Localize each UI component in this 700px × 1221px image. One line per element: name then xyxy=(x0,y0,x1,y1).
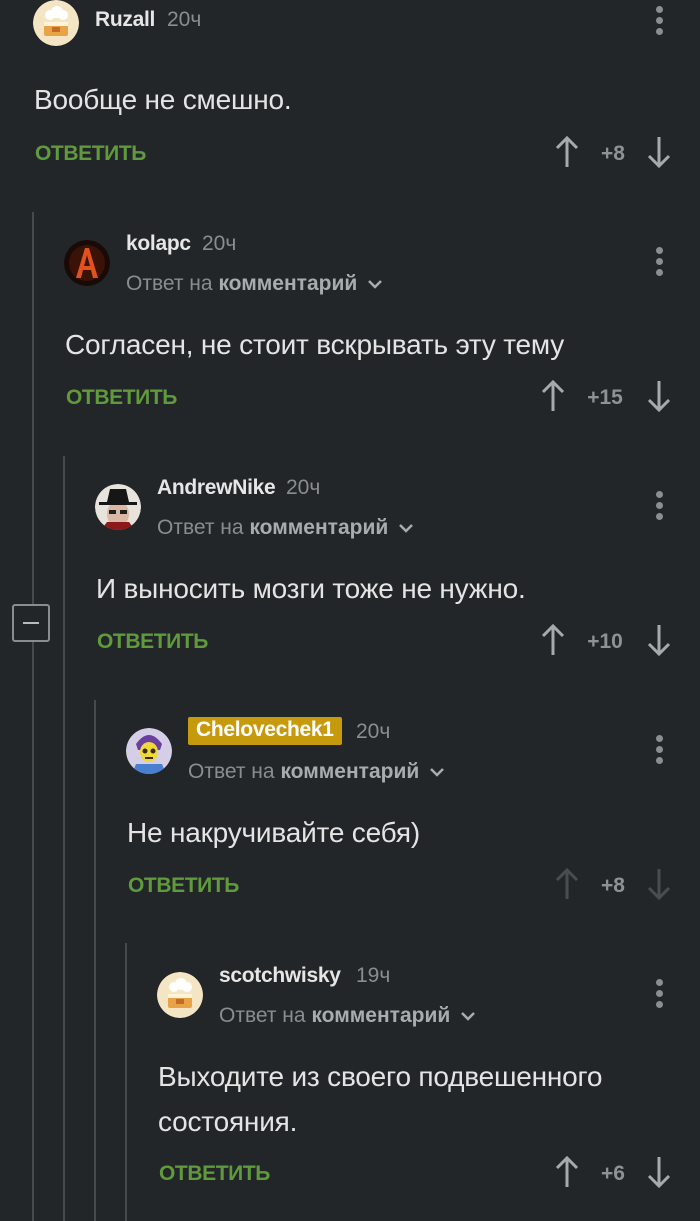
downvote-arrow-icon[interactable] xyxy=(646,1156,672,1188)
thread-line-level-4 xyxy=(125,943,127,1221)
chevron-down-icon xyxy=(461,1012,475,1022)
thread-line-level-1 xyxy=(32,212,34,1221)
hat-man-icon xyxy=(95,484,141,530)
downvote-arrow-icon[interactable] xyxy=(646,136,672,168)
more-options-icon[interactable] xyxy=(654,491,664,521)
cake-icon xyxy=(157,972,203,1018)
comment-text: Не накручивайте себя) xyxy=(127,817,420,848)
comment-text: Вообще не смешно. xyxy=(34,84,292,115)
comment-time: 20ч xyxy=(286,476,321,499)
thread-line-level-2 xyxy=(63,456,65,1221)
comment-text: И выносить мозги тоже не нужно. xyxy=(96,573,526,604)
more-options-icon[interactable] xyxy=(654,247,664,277)
comment-time: 20ч xyxy=(356,720,391,743)
comment-score: +10 xyxy=(587,630,623,653)
reply-to-prefix: Ответ на xyxy=(188,760,275,783)
upvote-arrow-icon[interactable] xyxy=(554,1156,580,1188)
more-options-icon[interactable] xyxy=(654,6,664,36)
upvote-arrow-icon[interactable] xyxy=(540,380,566,412)
comment-text: Выходите из своего подвешенного состояни… xyxy=(158,1061,603,1137)
reply-button[interactable]: ОТВЕТИТЬ xyxy=(35,142,146,166)
fire-letter-a-icon xyxy=(64,240,110,286)
reply-to-target: комментарий xyxy=(249,516,389,539)
comment-time: 20ч xyxy=(202,232,237,255)
comment-score: +15 xyxy=(587,386,623,409)
avatar[interactable] xyxy=(157,972,203,1018)
avatar[interactable] xyxy=(126,728,172,774)
upvote-arrow-icon[interactable] xyxy=(554,136,580,168)
reply-button[interactable]: ОТВЕТИТЬ xyxy=(66,386,177,410)
reply-to-prefix: Ответ на xyxy=(219,1004,306,1027)
reply-to-prefix: Ответ на xyxy=(157,516,244,539)
thread-line-level-3 xyxy=(94,700,96,1221)
reply-button[interactable]: ОТВЕТИТЬ xyxy=(159,1162,270,1186)
avatar[interactable] xyxy=(95,484,141,530)
comment-author[interactable]: Chelovechek1 xyxy=(188,717,342,745)
reply-to-link[interactable]: Ответ на комментарий xyxy=(157,516,414,540)
avatar[interactable] xyxy=(33,0,79,46)
chevron-down-icon xyxy=(430,768,444,778)
downvote-arrow-icon[interactable] xyxy=(646,380,672,412)
collapse-thread-button[interactable] xyxy=(12,604,50,642)
avatar[interactable] xyxy=(64,240,110,286)
cake-icon xyxy=(33,0,79,46)
comment-score: +8 xyxy=(601,142,625,165)
downvote-arrow-icon[interactable] xyxy=(646,868,672,900)
comment-text: Согласен, не стоит вскрывать эту тему xyxy=(65,329,565,360)
comment-score: +6 xyxy=(601,1162,625,1185)
chevron-down-icon xyxy=(368,280,382,290)
comment-author[interactable]: kolapc xyxy=(126,232,191,256)
reply-to-link[interactable]: Ответ на комментарий xyxy=(126,272,383,296)
comment-author[interactable]: scotchwisky xyxy=(219,964,341,988)
skeletor-icon xyxy=(126,728,172,774)
downvote-arrow-icon[interactable] xyxy=(646,624,672,656)
reply-to-target: комментарий xyxy=(280,760,420,783)
reply-to-link[interactable]: Ответ на комментарий xyxy=(188,760,445,784)
reply-button[interactable]: ОТВЕТИТЬ xyxy=(128,874,239,898)
reply-to-target: комментарий xyxy=(311,1004,451,1027)
more-options-icon[interactable] xyxy=(654,735,664,765)
reply-to-prefix: Ответ на xyxy=(126,272,213,295)
more-options-icon[interactable] xyxy=(654,979,664,1009)
comment-time: 19ч xyxy=(356,964,391,987)
comment-author[interactable]: Ruzall xyxy=(95,8,155,32)
chevron-down-icon xyxy=(399,524,413,534)
comment-time: 20ч xyxy=(167,8,202,31)
upvote-arrow-icon[interactable] xyxy=(554,868,580,900)
reply-button[interactable]: ОТВЕТИТЬ xyxy=(97,630,208,654)
comment-score: +8 xyxy=(601,874,625,897)
reply-to-target: комментарий xyxy=(218,272,358,295)
upvote-arrow-icon[interactable] xyxy=(540,624,566,656)
reply-to-link[interactable]: Ответ на комментарий xyxy=(219,1004,476,1028)
comment-author[interactable]: AndrewNike xyxy=(157,476,276,500)
